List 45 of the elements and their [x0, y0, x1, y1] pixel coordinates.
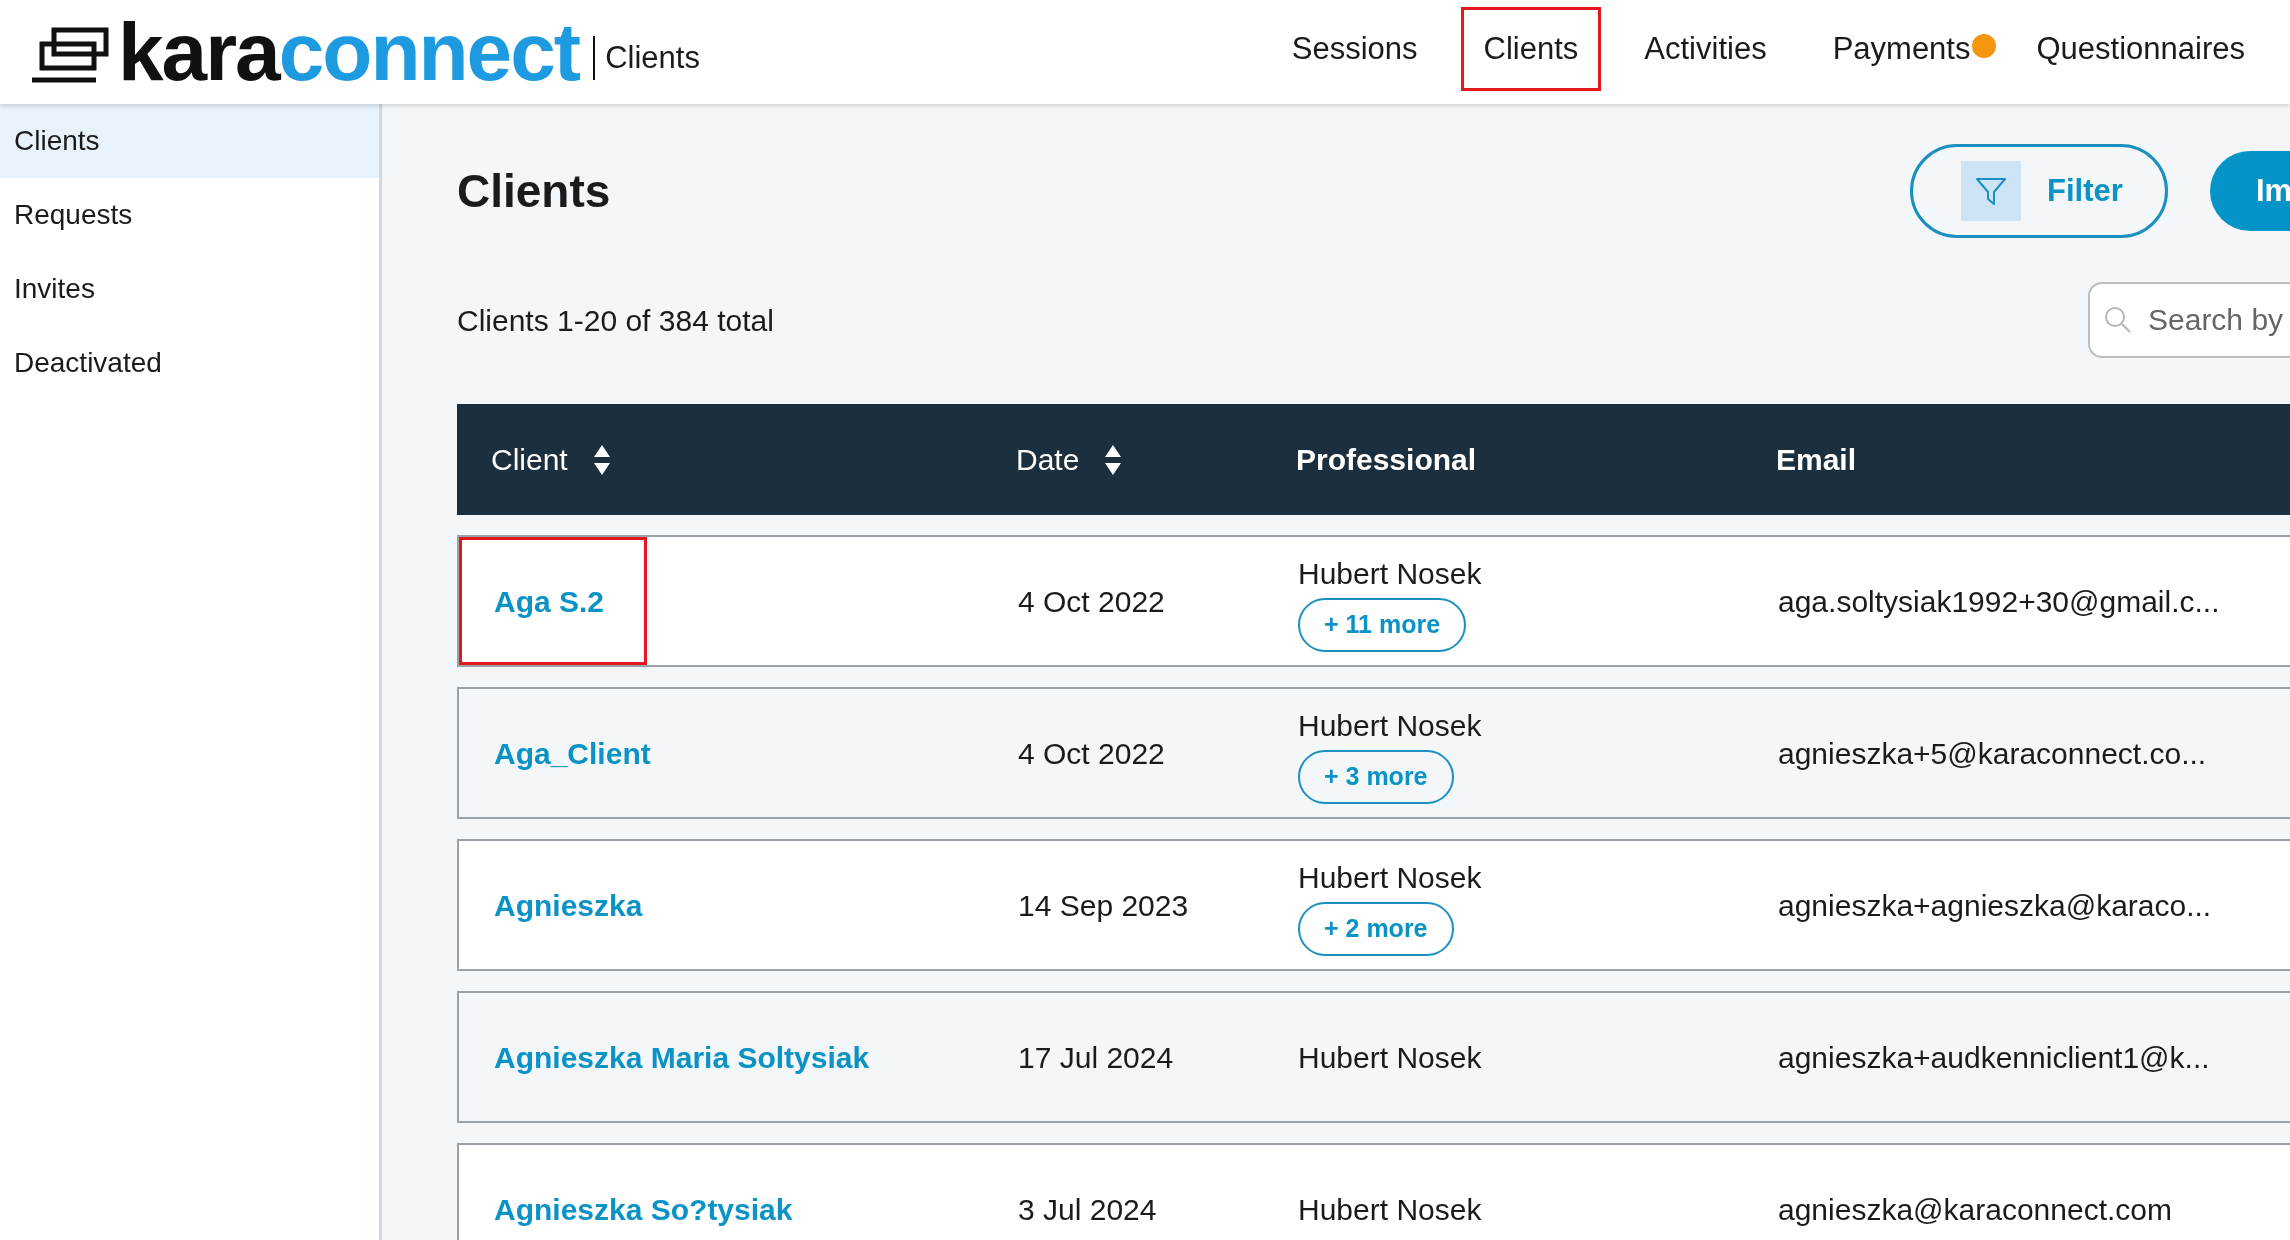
filter-icon	[1961, 161, 2021, 221]
sort-icon[interactable]	[1105, 444, 1122, 475]
table-row[interactable]: Agnieszka Maria Soltysiak 17 Jul 2024 Hubert Nosek agnieszka+audkenniclient1@k...	[457, 991, 2290, 1123]
logo-icon	[32, 26, 112, 84]
nav-link[interactable]: Sessions	[1268, 7, 1441, 91]
email-cell-text: aga.soltysiak1992+30@gmail.c...	[1777, 583, 2221, 620]
professional-name: Hubert Nosek	[1298, 1039, 1482, 1076]
professional-name: Hubert Nosek	[1298, 707, 1482, 744]
date-cell-text: 17 Jul 2024	[1017, 1039, 1175, 1076]
nav-link[interactable]: Activities	[1621, 7, 1790, 91]
table-row[interactable]: Agnieszka 14 Sep 2023 Hubert Nosek + 2 more agnieszka+agnieszka@karaco...	[457, 839, 2290, 971]
sort-icon[interactable]	[593, 444, 610, 475]
column-header[interactable]: Date	[1016, 437, 1080, 482]
nav-link[interactable]: Payments	[1809, 7, 1994, 91]
professional-name: Hubert Nosek	[1298, 859, 1482, 896]
search-icon	[2104, 306, 2132, 334]
date-cell-text: 4 Oct 2022	[1017, 735, 1166, 772]
client-link[interactable]: Agnieszka	[459, 841, 686, 969]
professional-name: Hubert Nosek	[1298, 1191, 1482, 1228]
nav-link[interactable]: Questionnaires	[2013, 7, 2268, 91]
column-header: Email	[1776, 442, 1857, 478]
page-title: Clients	[457, 163, 612, 219]
table-row[interactable]: Agnieszka So?tysiak 3 Jul 2024 Hubert Nosek agnieszka@karaconnect.com	[457, 1143, 2290, 1240]
professional-name: Hubert Nosek	[1298, 555, 1482, 592]
sidebar-item[interactable]: Clients	[0, 104, 379, 178]
more-professionals-button[interactable]: + 2 more	[1298, 901, 1454, 956]
column-header: Professional	[1296, 442, 1477, 478]
client-link[interactable]: Agnieszka So?tysiak	[459, 1145, 836, 1240]
email-cell-text: agnieszka+audkenniclient1@k...	[1777, 1039, 2211, 1076]
result-count: Clients 1-20 of 384 total	[457, 302, 775, 339]
search-field[interactable]: Search by	[2088, 282, 2290, 358]
date-cell-text: 3 Jul 2024	[1017, 1191, 1158, 1228]
date-cell-text: 4 Oct 2022	[1017, 583, 1166, 620]
email-cell-text: agnieszka+5@karaconnect.co...	[1777, 735, 2208, 772]
date-cell-text: 14 Sep 2023	[1017, 887, 1190, 924]
logo-wordmark: karaconnect	[118, 11, 580, 93]
section-label: Clients	[605, 38, 700, 77]
column-header[interactable]: Client	[491, 437, 568, 482]
email-cell-text: agnieszka@karaconnect.com	[1777, 1191, 2173, 1228]
import-button[interactable]: Im	[2210, 151, 2290, 231]
client-link[interactable]: Aga S.2	[459, 537, 648, 665]
table-row[interactable]: Aga S.2 4 Oct 2022 Hubert Nosek + 11 more aga.soltysiak1992+30@gmail.c...	[457, 535, 2290, 667]
more-professionals-button[interactable]: + 11 more	[1298, 597, 1467, 652]
email-cell-text: agnieszka+agnieszka@karaco...	[1777, 887, 2213, 924]
nav-link[interactable]: Clients	[1460, 7, 1602, 91]
